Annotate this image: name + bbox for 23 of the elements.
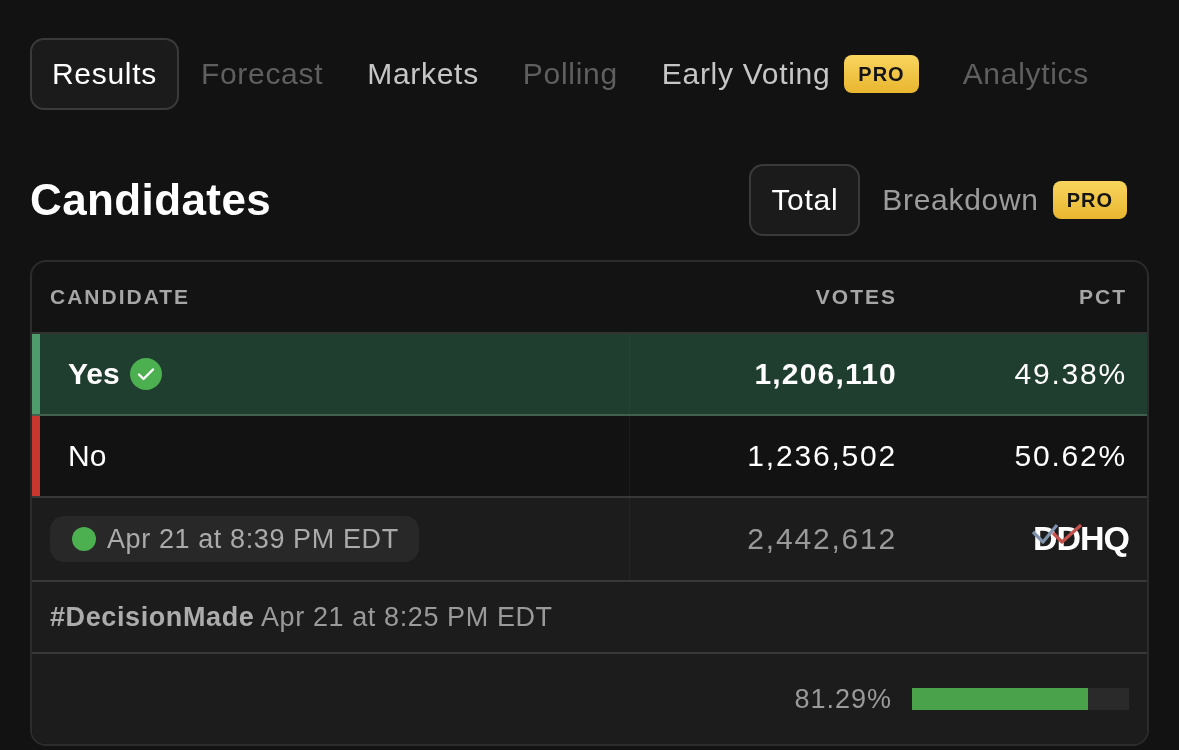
tab[interactable]: Early Voting PRO xyxy=(639,38,941,110)
section-title: Candidates xyxy=(30,175,272,225)
tab[interactable]: Markets xyxy=(345,38,501,110)
total-votes: 2,442,612 xyxy=(629,498,917,580)
check-circle-icon xyxy=(129,358,162,390)
status-dot-icon xyxy=(72,527,96,551)
column-header: PCT xyxy=(1078,285,1128,309)
pro-badge: PRO xyxy=(1052,181,1127,219)
pro-badge: PRO xyxy=(844,55,919,93)
view-toggle-button[interactable]: Breakdown PRO xyxy=(860,164,1149,236)
vote-count: 1,236,502 xyxy=(629,416,917,496)
column-header: CANDIDATE xyxy=(49,285,192,309)
candidate-name: No xyxy=(68,439,107,473)
vote-percent: 49.38% xyxy=(1013,356,1128,392)
reporting-percent: 81.29% xyxy=(794,683,892,715)
vote-percent: 50.62% xyxy=(1013,438,1128,474)
view-toggle-button[interactable]: Total xyxy=(749,164,861,236)
candidate-name: Yes xyxy=(68,357,120,391)
tab[interactable]: Results xyxy=(30,38,179,110)
decision-note: #DecisionMade Apr 21 at 8:25 PM EDT xyxy=(50,601,553,633)
vote-count: 1,206,110 xyxy=(629,334,917,414)
column-header: VOTES xyxy=(814,285,898,309)
timestamp-text: Apr 21 at 8:39 PM EDT xyxy=(107,523,399,555)
